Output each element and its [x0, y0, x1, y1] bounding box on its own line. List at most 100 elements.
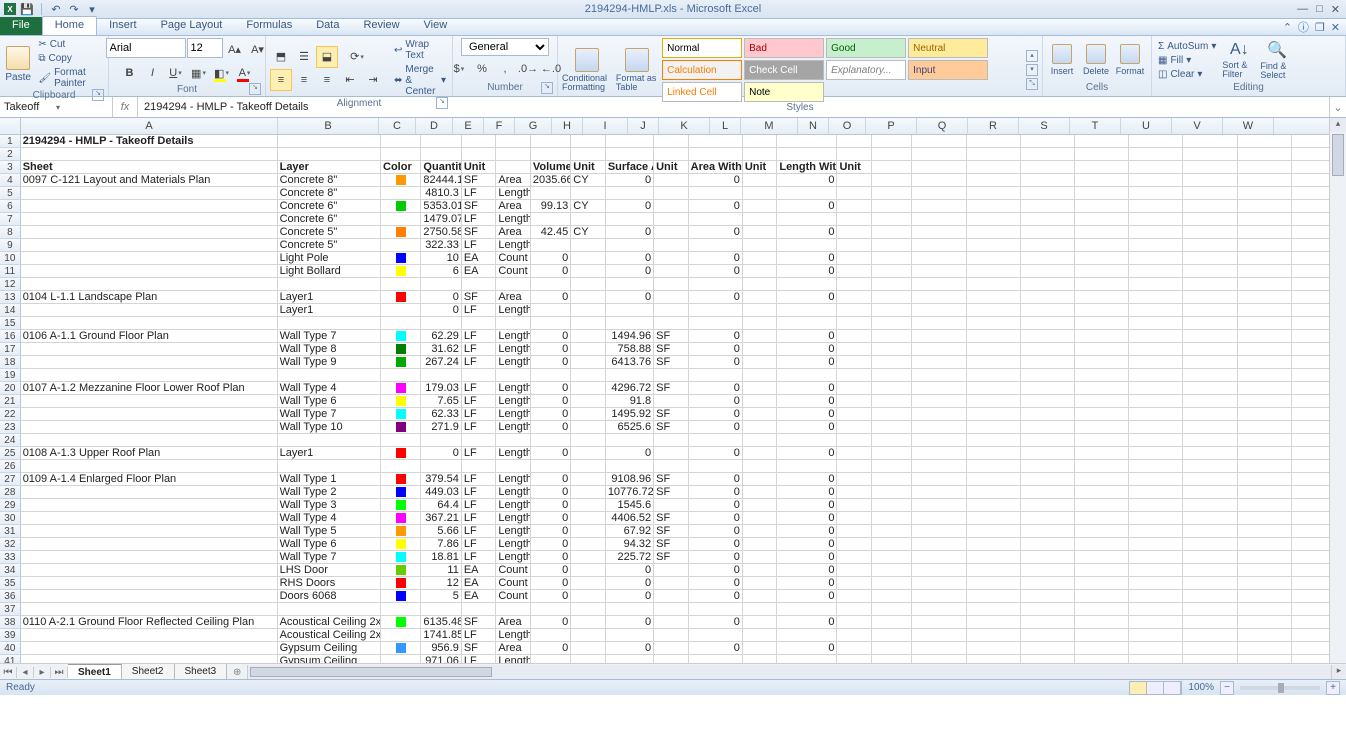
cell[interactable]: [967, 486, 1021, 499]
cell[interactable]: 31.62: [421, 343, 461, 356]
col-header-N[interactable]: N: [798, 118, 829, 134]
cell[interactable]: [1129, 499, 1183, 512]
cell[interactable]: [381, 395, 421, 408]
cell[interactable]: [381, 278, 421, 291]
cell[interactable]: [912, 486, 966, 499]
cell[interactable]: 0: [531, 564, 571, 577]
cell[interactable]: 11: [421, 564, 461, 577]
cell[interactable]: [743, 460, 778, 473]
cell[interactable]: 0: [531, 512, 571, 525]
cell[interactable]: [967, 447, 1021, 460]
cell[interactable]: [1238, 408, 1292, 421]
cell[interactable]: [837, 252, 872, 265]
row-header[interactable]: 17: [0, 343, 21, 356]
cell[interactable]: [1238, 512, 1292, 525]
cell[interactable]: [1183, 486, 1237, 499]
cell[interactable]: [496, 148, 531, 161]
tab-page-layout[interactable]: Page Layout: [149, 17, 235, 35]
style-calculation[interactable]: Calculation: [662, 60, 742, 80]
col-header-H[interactable]: H: [552, 118, 583, 134]
cell[interactable]: [1021, 330, 1075, 343]
cell[interactable]: [1238, 525, 1292, 538]
cell[interactable]: [496, 161, 531, 174]
cell[interactable]: [1238, 226, 1292, 239]
qat-save-icon[interactable]: 💾: [20, 2, 34, 16]
cell[interactable]: [872, 239, 912, 252]
align-center-button[interactable]: ≡: [293, 69, 315, 91]
cell[interactable]: [21, 486, 278, 499]
cell[interactable]: Length: [496, 512, 531, 525]
cell[interactable]: [837, 642, 872, 655]
cell[interactable]: [531, 213, 571, 226]
delete-cells-button[interactable]: Delete: [1081, 44, 1111, 76]
cell[interactable]: [837, 239, 872, 252]
page-break-view-icon[interactable]: [1164, 682, 1181, 694]
wrap-text-button[interactable]: ↩Wrap Text: [392, 38, 448, 62]
row-header[interactable]: 16: [0, 330, 21, 343]
cell[interactable]: [381, 590, 421, 603]
orientation-button[interactable]: ⟳▾: [346, 46, 368, 68]
cell[interactable]: [654, 174, 689, 187]
cell[interactable]: 322.33: [421, 239, 461, 252]
cell[interactable]: [1183, 603, 1237, 616]
cell[interactable]: [1129, 213, 1183, 226]
cell[interactable]: 0: [531, 551, 571, 564]
cell[interactable]: [1183, 434, 1237, 447]
cell[interactable]: 0: [606, 200, 654, 213]
cell[interactable]: [967, 408, 1021, 421]
cell[interactable]: [531, 135, 571, 148]
cell[interactable]: CY: [571, 200, 606, 213]
cell[interactable]: [381, 148, 421, 161]
cell[interactable]: SF: [462, 291, 497, 304]
cell[interactable]: Count: [496, 564, 531, 577]
cell[interactable]: Wall Type 7: [278, 551, 381, 564]
cell[interactable]: Surface Area: [606, 161, 654, 174]
cell[interactable]: [1183, 512, 1237, 525]
cell[interactable]: [967, 538, 1021, 551]
cell[interactable]: [837, 499, 872, 512]
cell[interactable]: 0107 A-1.2 Mezzanine Floor Lower Roof Pl…: [21, 382, 278, 395]
cell[interactable]: 267.24: [421, 356, 461, 369]
cell[interactable]: [1075, 161, 1129, 174]
cell[interactable]: [381, 512, 421, 525]
cell[interactable]: [1021, 226, 1075, 239]
cell[interactable]: [1238, 486, 1292, 499]
cell[interactable]: [654, 603, 689, 616]
cell[interactable]: [967, 525, 1021, 538]
cell[interactable]: [654, 616, 689, 629]
cell[interactable]: [837, 486, 872, 499]
cell[interactable]: [743, 473, 778, 486]
cell[interactable]: CY: [571, 226, 606, 239]
cell[interactable]: [654, 278, 689, 291]
cell[interactable]: 0: [689, 200, 743, 213]
cell[interactable]: 1545.6: [606, 499, 654, 512]
cell[interactable]: [1238, 642, 1292, 655]
cell[interactable]: Concrete 5": [278, 226, 381, 239]
cell[interactable]: [1075, 564, 1129, 577]
cell[interactable]: [689, 369, 743, 382]
cell[interactable]: [743, 200, 778, 213]
cell[interactable]: Concrete 8": [278, 174, 381, 187]
cell[interactable]: 5: [421, 590, 461, 603]
cell[interactable]: [1129, 590, 1183, 603]
cell[interactable]: [1129, 603, 1183, 616]
cell[interactable]: [1183, 135, 1237, 148]
cell[interactable]: [654, 265, 689, 278]
cell[interactable]: [606, 239, 654, 252]
cell[interactable]: [1075, 291, 1129, 304]
cell[interactable]: [1075, 200, 1129, 213]
cell[interactable]: Length: [496, 356, 531, 369]
cell[interactable]: [654, 291, 689, 304]
cell[interactable]: [1075, 447, 1129, 460]
cell[interactable]: SF: [654, 538, 689, 551]
cell[interactable]: 0: [531, 447, 571, 460]
cell[interactable]: [1238, 265, 1292, 278]
align-bottom-button[interactable]: ⬓: [316, 46, 338, 68]
cell[interactable]: [872, 486, 912, 499]
cell[interactable]: 1495.92: [606, 408, 654, 421]
cell[interactable]: [654, 577, 689, 590]
cell[interactable]: 0: [777, 226, 837, 239]
sheet-tab-sheet3[interactable]: Sheet3: [175, 664, 228, 680]
cell[interactable]: [381, 239, 421, 252]
cell[interactable]: [1075, 330, 1129, 343]
